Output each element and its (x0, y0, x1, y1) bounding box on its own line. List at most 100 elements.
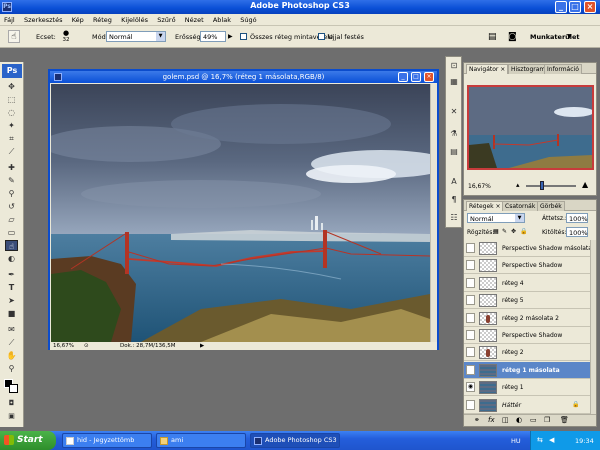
menu-filter[interactable]: Szűrő (153, 14, 178, 24)
magic-wand-tool-icon[interactable]: ✦ (5, 120, 18, 131)
visibility-toggle[interactable] (466, 364, 475, 375)
path-selection-tool-icon[interactable]: ➤ (5, 295, 18, 306)
visibility-toggle[interactable] (466, 330, 475, 340)
shape-tool-icon[interactable]: ■ (5, 308, 18, 319)
new-layer-icon[interactable]: ❐ (544, 416, 550, 424)
panel-icon-tool-presets[interactable]: ▦ (449, 77, 459, 87)
opacity-input[interactable]: 100% (566, 213, 588, 223)
panel-icon-swatches[interactable]: ▤ (449, 147, 459, 157)
blend-mode-select[interactable]: Normál ▼ (467, 213, 525, 223)
brush-tool-icon[interactable]: ✎ (5, 175, 18, 186)
visibility-toggle[interactable] (466, 312, 475, 323)
visibility-toggle[interactable] (466, 347, 475, 358)
dodge-tool-icon[interactable]: ◐ (5, 253, 18, 264)
document-close-button[interactable]: × (424, 72, 434, 82)
zoom-slider-track[interactable] (526, 185, 576, 187)
strength-arrow-icon[interactable]: ▶ (228, 33, 233, 40)
crop-tool-icon[interactable]: ⌗ (5, 133, 18, 144)
tab-histogram[interactable]: Hisztogram (508, 64, 549, 74)
brush-picker[interactable]: ● 32 (59, 29, 73, 46)
tab-navigator[interactable]: Navigátor × (466, 64, 509, 74)
menu-help[interactable]: Súgó (236, 14, 259, 24)
panel-icon-paragraph[interactable]: ¶ (449, 195, 459, 205)
layer-row[interactable]: réteg 5 (464, 292, 590, 310)
tab-channels[interactable]: Csatornák (502, 201, 539, 211)
layer-row[interactable]: réteg 2 (464, 344, 590, 362)
move-tool-icon[interactable]: ✥ (5, 81, 18, 92)
notes-tool-icon[interactable]: ✉ (5, 324, 18, 335)
layer-row[interactable]: réteg 2 másolata 2 (464, 309, 590, 327)
eraser-tool-icon[interactable]: ▱ (5, 214, 18, 225)
file-browser-icon[interactable]: ▤ (488, 32, 497, 42)
lock-all-icon[interactable]: 🔒 (520, 228, 527, 235)
document-maximize-button[interactable]: □ (411, 72, 421, 82)
menu-layer[interactable]: Réteg (89, 14, 115, 24)
adjustment-layer-icon[interactable]: ◐ (516, 416, 522, 424)
document-minimize-button[interactable]: _ (398, 72, 408, 82)
fill-input[interactable]: 100% (566, 227, 588, 237)
document-title-bar[interactable]: golem.psd @ 16,7% (réteg 1 másolata,RGB/… (50, 71, 437, 83)
eyedropper-sample-tool-icon[interactable]: ⟋ (5, 337, 18, 348)
strength-input[interactable]: 49% (200, 31, 226, 42)
visibility-toggle[interactable] (466, 277, 475, 288)
layer-row[interactable]: Háttér 🔒 (464, 396, 590, 414)
menu-view[interactable]: Nézet (181, 14, 207, 24)
lock-transparency-icon[interactable]: ▦ (493, 228, 499, 235)
gradient-tool-icon[interactable]: ▭ (5, 227, 18, 238)
visibility-toggle[interactable]: ◉ (466, 382, 475, 393)
add-mask-icon[interactable]: ◫ (502, 416, 509, 424)
lock-position-icon[interactable]: ✥ (511, 228, 516, 235)
photoshop-logo[interactable]: Ps (2, 64, 22, 78)
language-indicator[interactable]: HU (511, 437, 521, 445)
panel-icon-history[interactable]: ⚗ (449, 129, 459, 139)
layer-row[interactable]: ◉ réteg 1 (464, 379, 590, 397)
task-photoshop[interactable]: Adobe Photoshop CS3 (250, 433, 340, 448)
task-notepad[interactable]: hid - Jegyzettömb (62, 433, 152, 448)
visibility-toggle[interactable] (466, 260, 475, 271)
link-layers-icon[interactable]: ⚭ (474, 416, 480, 424)
tab-layers[interactable]: Rétegek × (466, 201, 504, 211)
pen-tool-icon[interactable]: ✒ (5, 269, 18, 280)
smudge-tool-preset-icon[interactable]: ☝ (8, 30, 20, 43)
navigator-zoom[interactable]: 16,67% (468, 183, 491, 190)
tab-curves[interactable]: Görbék (537, 201, 565, 211)
status-menu-icon[interactable]: ▶ (200, 343, 204, 349)
layer-row[interactable]: Perspective Shadow másolata (464, 240, 590, 257)
task-folder[interactable]: ami (156, 433, 246, 448)
tab-info[interactable]: Információ (544, 64, 582, 74)
menu-image[interactable]: Kép (68, 14, 87, 24)
minimize-button[interactable]: _ (555, 1, 567, 13)
panel-icon-actions[interactable]: ✕ (449, 107, 459, 117)
marquee-tool-icon[interactable]: ⬚ (5, 94, 18, 105)
type-tool-icon[interactable]: T (5, 282, 18, 293)
hand-tool-icon[interactable]: ✋ (5, 350, 18, 361)
bridge-icon[interactable]: ◙ (508, 32, 517, 42)
status-options-icon[interactable]: ⊙ (84, 343, 89, 349)
background-color-swatch[interactable] (9, 384, 18, 393)
menu-file[interactable]: Fájl (0, 14, 18, 24)
quick-mask-icon[interactable]: ◘ (5, 398, 18, 409)
zoom-slider-thumb[interactable] (540, 181, 544, 190)
workspace-button[interactable]: Munkaterület (530, 33, 580, 41)
visibility-toggle[interactable] (466, 295, 475, 306)
history-brush-tool-icon[interactable]: ↺ (5, 201, 18, 212)
network-icon[interactable]: ⇆ (537, 436, 543, 444)
mode-select[interactable]: Normál ▼ (106, 31, 166, 42)
zoom-in-icon[interactable]: ▲ (582, 180, 588, 189)
menu-select[interactable]: Kijelölés (117, 14, 151, 24)
panel-icon-brushes[interactable]: ⊡ (449, 61, 459, 71)
lock-pixels-icon[interactable]: ✎ (502, 228, 507, 235)
visibility-toggle[interactable] (466, 243, 475, 253)
layers-scrollbar[interactable] (590, 240, 596, 414)
finger-painting-checkbox[interactable] (318, 33, 325, 40)
smudge-tool-icon[interactable]: ☝ (5, 240, 18, 251)
close-button[interactable]: × (584, 1, 596, 13)
image-canvas[interactable] (51, 84, 430, 342)
zoom-out-icon[interactable]: ▴ (516, 181, 520, 189)
document-vertical-scrollbar[interactable] (430, 84, 437, 342)
layer-row[interactable]: Perspective Shadow (464, 327, 590, 344)
layer-style-icon[interactable]: fx (488, 416, 495, 424)
clone-stamp-tool-icon[interactable]: ⚲ (5, 188, 18, 199)
navigator-preview[interactable] (467, 85, 594, 170)
visibility-toggle[interactable] (466, 399, 475, 410)
